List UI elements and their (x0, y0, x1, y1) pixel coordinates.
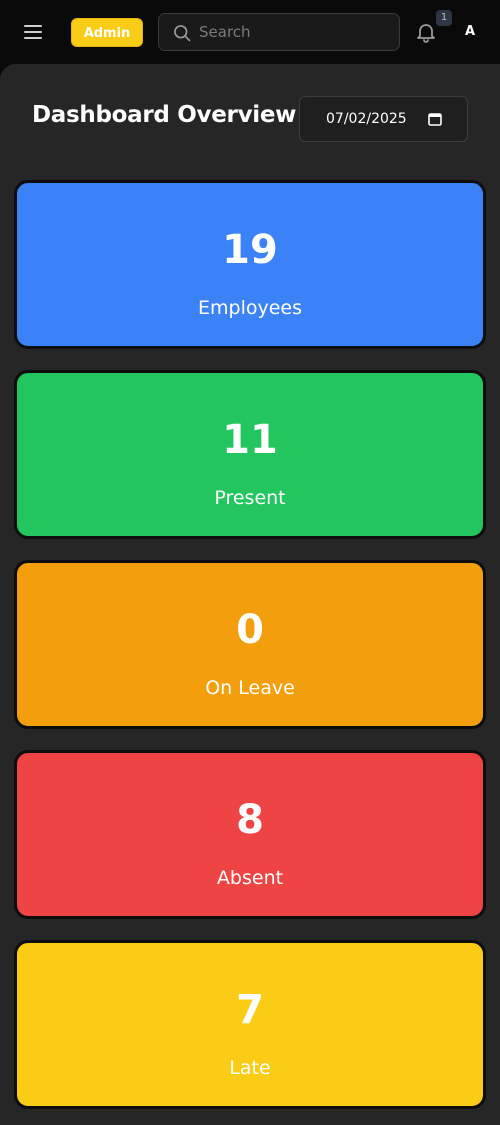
stat-value: 8 (236, 797, 264, 843)
main-content: Dashboard Overview 07/02/2025 19 Employe… (0, 64, 500, 1125)
stat-value: 7 (236, 987, 264, 1033)
avatar[interactable]: A (458, 20, 482, 44)
calendar-icon[interactable] (428, 112, 442, 126)
top-navbar: Admin 1 A (0, 0, 500, 64)
stat-card-employees: 19 Employees (14, 180, 486, 349)
date-picker[interactable]: 07/02/2025 (299, 96, 468, 142)
search-icon (174, 25, 191, 42)
stat-card-late: 7 Late (14, 940, 486, 1109)
stat-card-on-leave: 0 On Leave (14, 560, 486, 729)
stat-value: 11 (222, 417, 278, 463)
menu-icon[interactable] (24, 20, 62, 44)
search-box[interactable] (158, 13, 400, 51)
stat-card-present: 11 Present (14, 370, 486, 539)
role-badge: Admin (71, 18, 143, 47)
stat-value: 0 (236, 607, 264, 653)
stat-value: 19 (222, 227, 278, 273)
bell-icon[interactable] (414, 20, 438, 44)
search-input[interactable] (199, 14, 395, 50)
stat-label: Present (214, 487, 286, 509)
page-title: Dashboard Overview (32, 102, 297, 128)
stat-label: Absent (216, 867, 284, 889)
stat-card-absent: 8 Absent (14, 750, 486, 919)
date-value: 07/02/2025 (326, 111, 407, 127)
notification-count: 1 (436, 10, 452, 26)
stat-label: Late (229, 1057, 271, 1079)
stat-label: Employees (198, 297, 302, 319)
stat-label: On Leave (205, 677, 295, 699)
